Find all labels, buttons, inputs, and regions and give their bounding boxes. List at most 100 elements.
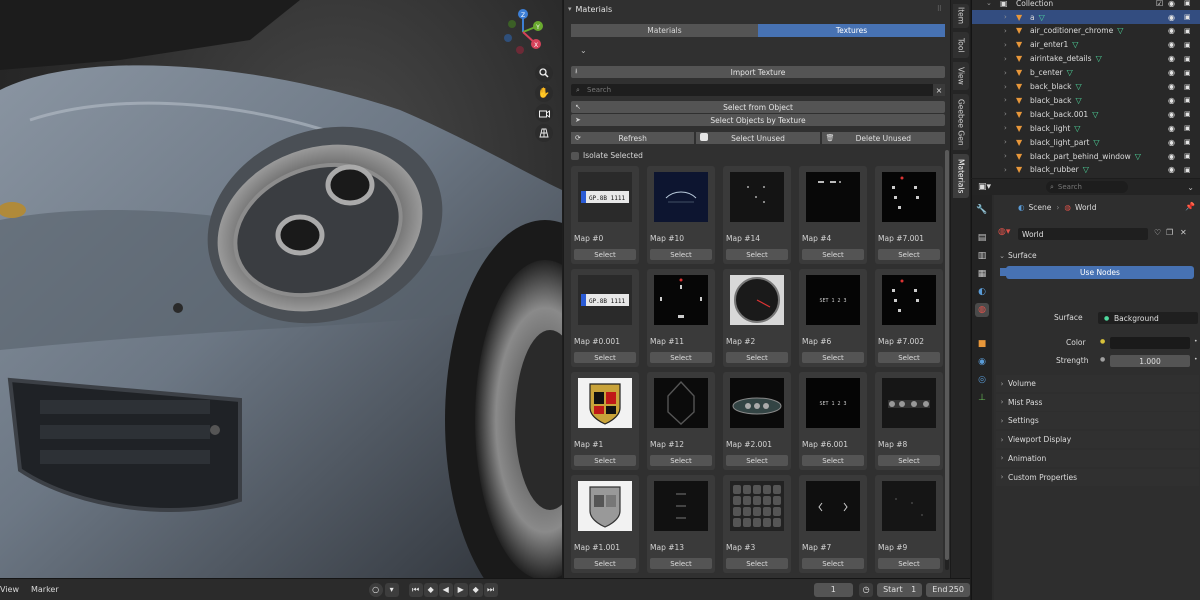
editor-type-icon[interactable]: ▣▾ [978,182,991,192]
section-header[interactable]: › Mist Pass [996,393,1199,411]
visibility-eye-icon[interactable]: ◉ [1168,68,1175,77]
record-options-icon[interactable]: ▾ [384,582,399,597]
tab-geebee-gen[interactable]: Geebee Gen [953,94,969,150]
texture-thumbnail[interactable]: GP.8B 1111 [578,172,632,222]
strength-field[interactable]: 1.000 [1110,355,1190,367]
texture-select-button[interactable]: Select [726,455,788,466]
section-header[interactable]: › Custom Properties [996,468,1199,486]
texture-thumbnail[interactable]: GP.8B 1111 [578,275,632,325]
texture-card[interactable]: SET 1 2 3 Map #6.001 Select [799,372,867,470]
outliner-object-row[interactable]: › ▼ black_part_behind_window ▽ ◉ ▣ [972,149,1200,163]
select-by-texture-button[interactable]: ➤ Select Objects by Texture [571,114,945,126]
collapse-arrow-icon[interactable]: ▾ [568,5,572,13]
texture-thumbnail[interactable] [730,481,784,531]
texture-thumbnail[interactable] [806,481,860,531]
render-camera-icon[interactable]: ▣ [1184,69,1191,77]
render-camera-icon[interactable]: ▣ [1184,166,1191,174]
render-camera-icon[interactable]: ▣ [1184,55,1191,63]
texture-card[interactable]: Map #7.002 Select [875,269,943,367]
fake-user-icon[interactable]: ♡ [1154,228,1161,237]
chevron-down-icon[interactable]: ⌄ [986,0,992,7]
tab-tool[interactable]: Tool [953,32,969,58]
texture-card[interactable]: Map #10 Select [647,166,715,264]
render-camera-icon[interactable]: ▣ [1184,83,1191,91]
chevron-right-icon[interactable]: › [1004,166,1007,174]
visibility-eye-icon[interactable]: ◉ [1168,26,1175,35]
chevron-right-icon[interactable]: › [1004,96,1007,104]
3d-viewport[interactable]: Z Y X ✋ [0,0,562,578]
texture-thumbnail[interactable] [730,275,784,325]
section-header[interactable]: › Settings [996,412,1199,430]
hand-icon[interactable]: ✋ [535,84,553,102]
next-key-icon[interactable]: ◆ [468,582,483,597]
texture-card[interactable]: GP.8B 1111 Map #0 Select [571,166,639,264]
tool-icon[interactable]: 🔧 [975,203,989,217]
drag-handle-icon[interactable]: ⠿ [937,5,942,13]
texture-card[interactable]: Map #7.001 Select [875,166,943,264]
texture-card[interactable]: Map #7 Select [799,475,867,573]
texture-card[interactable]: Map #1 Select [571,372,639,470]
texture-card[interactable]: Map #8 Select [875,372,943,470]
render-camera-icon[interactable]: ▣ [1184,152,1191,160]
particles-icon[interactable]: ◎ [975,373,989,387]
chevron-right-icon[interactable]: › [1004,13,1007,21]
chevron-right-icon[interactable]: › [1004,138,1007,146]
texture-card[interactable]: Map #13 Select [647,475,715,573]
surface-section-header[interactable]: ⌄ Surface [996,247,1199,264]
texture-card[interactable]: Map #12 Select [647,372,715,470]
texture-card[interactable]: Map #9 Select [875,475,943,573]
texture-thumbnail[interactable] [806,172,860,222]
tab-materials[interactable]: Materials [571,24,758,37]
visibility-eye-icon[interactable]: ◉ [1168,124,1175,133]
chevron-right-icon[interactable]: › [1004,41,1007,49]
world-icon[interactable]: ◍ [975,303,989,317]
texture-select-button[interactable]: Select [878,558,940,569]
tab-textures[interactable]: Textures [758,24,945,37]
texture-select-button[interactable]: Select [726,352,788,363]
texture-card[interactable]: Map #14 Select [723,166,791,264]
outliner-object-row[interactable]: › ▼ air_enter1 ▽ ◉ ▣ [972,38,1200,52]
texture-select-button[interactable]: Select [802,558,864,569]
texture-thumbnail[interactable] [654,481,708,531]
end-frame-field[interactable]: End 250 [926,582,970,597]
outliner-object-row[interactable]: › ▼ airintake_details ▽ ◉ ▣ [972,52,1200,66]
current-frame-field[interactable]: 1 [813,582,854,597]
visibility-eye-icon[interactable]: ◉ [1168,138,1175,147]
object-icon[interactable]: ■ [975,337,989,351]
texture-card[interactable]: Map #3 Select [723,475,791,573]
tab-view[interactable]: View [953,62,969,90]
strength-keyframe-icon[interactable]: • [1194,356,1198,363]
texture-select-button[interactable]: Select [802,352,864,363]
jump-end-icon[interactable]: ⏭ [483,582,498,597]
jump-start-icon[interactable]: ⏮ [408,582,423,597]
outliner-object-row[interactable]: › ▼ back_black ▽ ◉ ▣ [972,80,1200,94]
visibility-eye-icon[interactable]: ◉ [1168,152,1175,161]
visibility-eye-icon[interactable]: ◉ [1168,0,1175,8]
render-camera-icon[interactable]: ▣ [1184,96,1191,104]
texture-select-button[interactable]: Select [650,249,712,260]
surface-shader-field[interactable]: ● Background [1098,312,1198,324]
texture-card[interactable]: Map #2 Select [723,269,791,367]
texture-thumbnail[interactable] [730,378,784,428]
texture-select-button[interactable]: Select [878,455,940,466]
panel-scrollbar[interactable] [945,150,949,570]
outliner-object-row[interactable]: › ▼ black_light ▽ ◉ ▣ [972,121,1200,135]
texture-card[interactable]: Map #1.001 Select [571,475,639,573]
visibility-eye-icon[interactable]: ◉ [1168,13,1175,22]
refresh-button[interactable]: ⟳ Refresh [571,132,695,144]
menu-marker[interactable]: Marker [31,585,67,594]
view-layer-icon[interactable]: ▦ [975,267,989,281]
render-camera-icon[interactable]: ▣ [1184,138,1191,146]
menu-view[interactable]: View [0,585,27,594]
isolate-selected-toggle[interactable]: Isolate Selected [571,151,643,160]
color-swatch[interactable] [1110,337,1190,349]
modifier-icon[interactable]: ◉ [975,355,989,369]
navigation-gizmo[interactable]: Z Y X [498,6,548,58]
visibility-eye-icon[interactable]: ◉ [1168,110,1175,119]
outliner-object-row[interactable]: › ▼ a ▽ ◉ ▣ [972,10,1200,24]
outliner-object-row[interactable]: › ▼ black_back ▽ ◉ ▣ [972,93,1200,107]
visibility-eye-icon[interactable]: ◉ [1168,82,1175,91]
texture-thumbnail[interactable] [882,172,936,222]
render-camera-icon[interactable]: ▣ [1184,41,1191,49]
chevron-right-icon[interactable]: › [1004,83,1007,91]
